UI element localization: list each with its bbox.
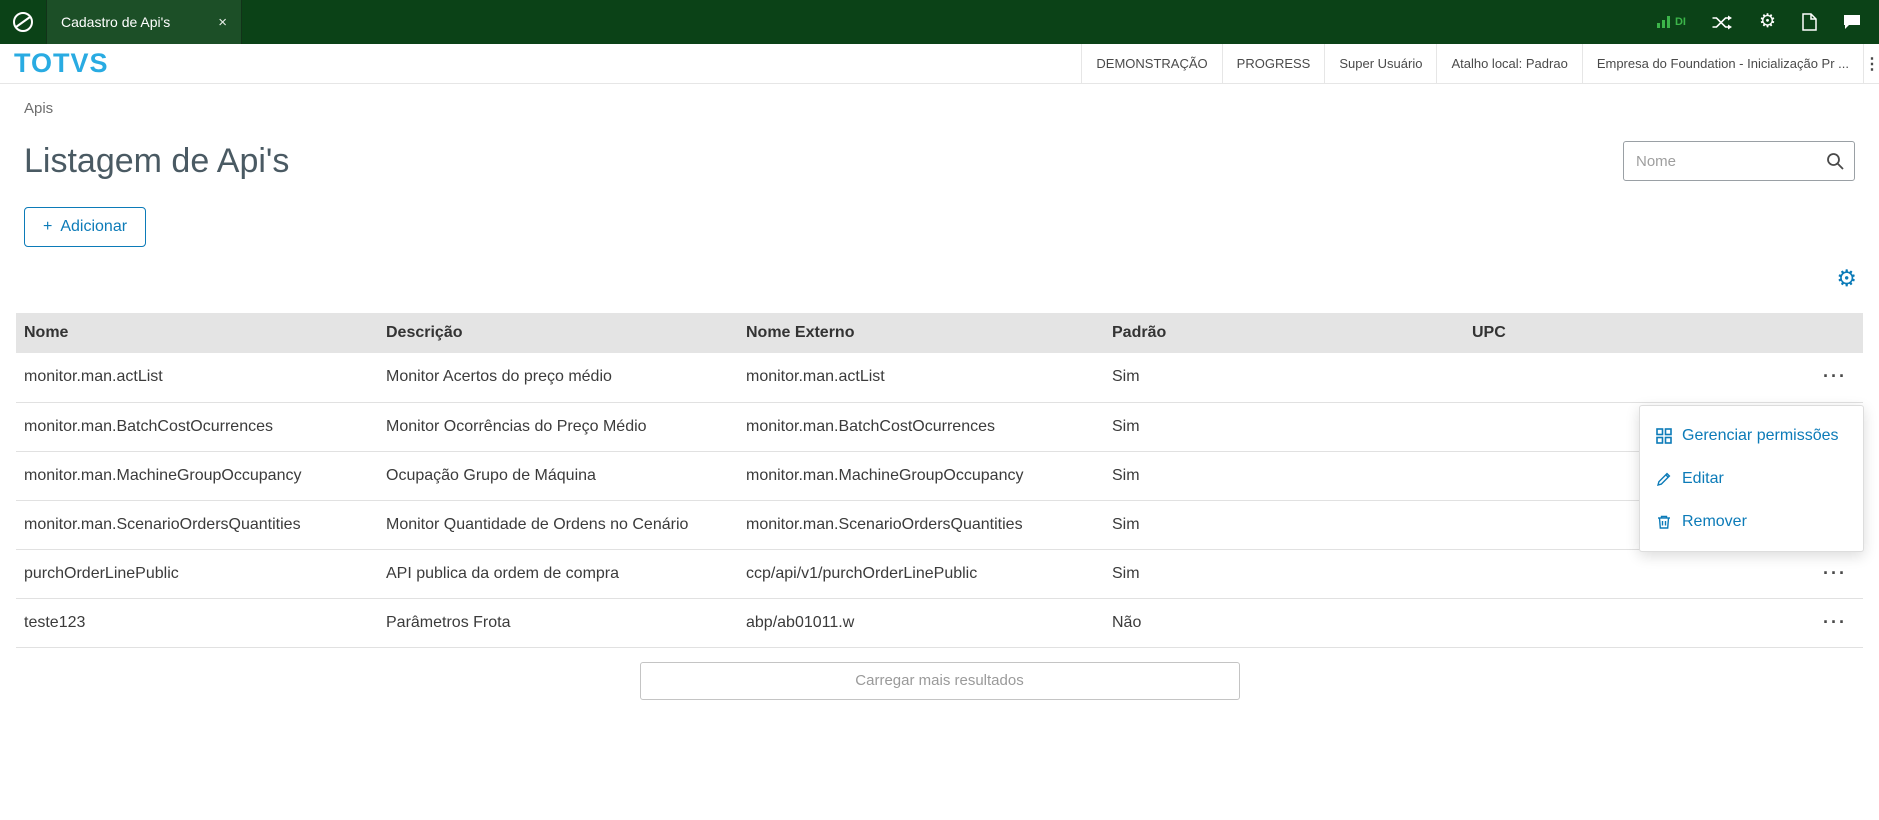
column-header-nome-externo[interactable]: Nome Externo: [738, 313, 1104, 353]
totvs-wordmark[interactable]: TOTVS: [0, 44, 127, 83]
row-actions-button[interactable]: ···: [1823, 613, 1847, 631]
appbar-menu: DEMONSTRAÇÃO PROGRESS Super Usuário Atal…: [1081, 44, 1879, 83]
breadcrumb-apis[interactable]: Apis: [24, 100, 53, 117]
tab-close-icon[interactable]: ×: [218, 14, 227, 31]
trash-icon: [1658, 515, 1670, 529]
column-header-upc[interactable]: UPC: [1464, 313, 1764, 353]
cell-upc: [1464, 353, 1764, 403]
add-button-label: Adicionar: [60, 218, 128, 235]
tab-label: Cadastro de Api's: [61, 14, 171, 30]
api-table: Nome Descrição Nome Externo Padrão UPC m…: [16, 313, 1863, 648]
cell-padrao: Não: [1104, 598, 1464, 648]
menu-item-remover[interactable]: Remover: [1640, 500, 1863, 543]
table-row: monitor.man.actList Monitor Acertos do p…: [16, 353, 1863, 403]
cell-nome-externo: monitor.man.ScenarioOrdersQuantities: [738, 500, 1104, 550]
menu-item-label: Gerenciar permissões: [1682, 426, 1839, 444]
table-settings-gear-icon[interactable]: ⚙: [1836, 267, 1857, 290]
header-overflow-icon[interactable]: ⋮: [1863, 44, 1879, 83]
cell-descricao: Monitor Ocorrências do Preço Médio: [378, 402, 738, 452]
table-row: monitor.man.MachineGroupOccupancy Ocupaç…: [16, 451, 1863, 501]
column-header-nome[interactable]: Nome: [16, 313, 378, 353]
column-header-descricao[interactable]: Descrição: [378, 313, 738, 353]
cell-padrao: Sim: [1104, 500, 1464, 550]
table-row: teste123 Parâmetros Frota abp/ab01011.w …: [16, 598, 1863, 648]
signal-di-icon[interactable]: DI: [1656, 16, 1686, 28]
search-input[interactable]: [1623, 141, 1855, 181]
menu-item-gerenciar-permissoes[interactable]: Gerenciar permissões: [1640, 414, 1863, 457]
shuffle-icon[interactable]: [1712, 15, 1733, 30]
cell-nome-externo: monitor.man.BatchCostOcurrences: [738, 402, 1104, 452]
cell-padrao: Sim: [1104, 402, 1464, 452]
menu-item-label: Remover: [1682, 512, 1747, 530]
breadcrumb: Apis: [0, 84, 1879, 117]
row-actions-button[interactable]: ···: [1823, 564, 1847, 582]
di-label: DI: [1674, 16, 1686, 28]
column-header-actions: [1764, 313, 1863, 353]
tab-cadastro-apis[interactable]: Cadastro de Api's ×: [46, 0, 242, 44]
cell-descricao: Parâmetros Frota: [378, 598, 738, 648]
settings-gear-icon[interactable]: ⚙: [1759, 12, 1776, 31]
page: { "colors": { "topbar": "#0b4217", "acce…: [0, 0, 1879, 820]
cell-nome: monitor.man.MachineGroupOccupancy: [16, 451, 378, 501]
add-button[interactable]: + Adicionar: [24, 207, 147, 247]
cell-nome: monitor.man.ScenarioOrdersQuantities: [16, 500, 378, 550]
table-row: monitor.man.ScenarioOrdersQuantities Mon…: [16, 500, 1863, 550]
table-settings-row: ⚙: [0, 247, 1879, 290]
signal-bars-icon: [1656, 16, 1670, 28]
cell-upc: [1464, 598, 1764, 648]
cell-padrao: Sim: [1104, 353, 1464, 403]
cell-nome-externo: ccp/api/v1/purchOrderLinePublic: [738, 549, 1104, 599]
toolbar: + Adicionar: [0, 181, 1879, 247]
cell-descricao: Monitor Quantidade de Ordens no Cenário: [378, 500, 738, 550]
load-more-button[interactable]: Carregar mais resultados: [639, 661, 1240, 700]
topbar-icon-group: DI ⚙: [1656, 12, 1879, 31]
top-bar: Cadastro de Api's × DI ⚙: [0, 0, 1879, 44]
cell-padrao: Sim: [1104, 451, 1464, 501]
column-header-padrao[interactable]: Padrão: [1104, 313, 1464, 353]
plus-icon: +: [43, 218, 53, 235]
document-icon[interactable]: [1802, 13, 1817, 31]
cell-nome: monitor.man.BatchCostOcurrences: [16, 402, 378, 452]
cell-nome-externo: monitor.man.actList: [738, 353, 1104, 403]
menu-item-super-usuario[interactable]: Super Usuário: [1324, 44, 1436, 83]
cell-descricao: Ocupação Grupo de Máquina: [378, 451, 738, 501]
cell-descricao: API publica da ordem de compra: [378, 549, 738, 599]
page-title: Listagem de Api's: [24, 141, 290, 180]
chat-icon[interactable]: [1843, 14, 1861, 30]
menu-item-demonstracao[interactable]: DEMONSTRAÇÃO: [1081, 44, 1221, 83]
row-context-menu: Gerenciar permissões Editar Remover: [1639, 405, 1864, 552]
menu-item-empresa[interactable]: Empresa do Foundation - Inicialização Pr…: [1581, 44, 1863, 83]
cell-nome-externo: abp/ab01011.w: [738, 598, 1104, 648]
cell-descricao: Monitor Acertos do preço médio: [378, 353, 738, 403]
search-icon[interactable]: [1825, 151, 1845, 176]
menu-item-atalho-local[interactable]: Atalho local: Padrao: [1436, 44, 1581, 83]
cell-nome: teste123: [16, 598, 378, 648]
cell-nome: monitor.man.actList: [16, 353, 378, 403]
menu-item-label: Editar: [1682, 469, 1724, 487]
load-more-row: Carregar mais resultados: [0, 661, 1879, 700]
table-row: monitor.man.BatchCostOcurrences Monitor …: [16, 402, 1863, 452]
cell-upc: [1464, 549, 1764, 599]
table-header-row: Nome Descrição Nome Externo Padrão UPC: [16, 313, 1863, 353]
search-box: [1623, 141, 1855, 181]
app-bar: TOTVS DEMONSTRAÇÃO PROGRESS Super Usuári…: [0, 44, 1879, 84]
table-row: purchOrderLinePublic API publica da orde…: [16, 549, 1863, 599]
cell-nome: purchOrderLinePublic: [16, 549, 378, 599]
grid-icon: [1656, 427, 1672, 444]
cell-padrao: Sim: [1104, 549, 1464, 599]
page-head: Listagem de Api's: [0, 117, 1879, 181]
menu-item-editar[interactable]: Editar: [1640, 457, 1863, 500]
row-actions-button[interactable]: ···: [1823, 367, 1847, 385]
cell-nome-externo: monitor.man.MachineGroupOccupancy: [738, 451, 1104, 501]
menu-item-progress[interactable]: PROGRESS: [1221, 44, 1325, 83]
pencil-icon: [1657, 472, 1671, 486]
totvs-logo-icon[interactable]: [0, 10, 46, 34]
